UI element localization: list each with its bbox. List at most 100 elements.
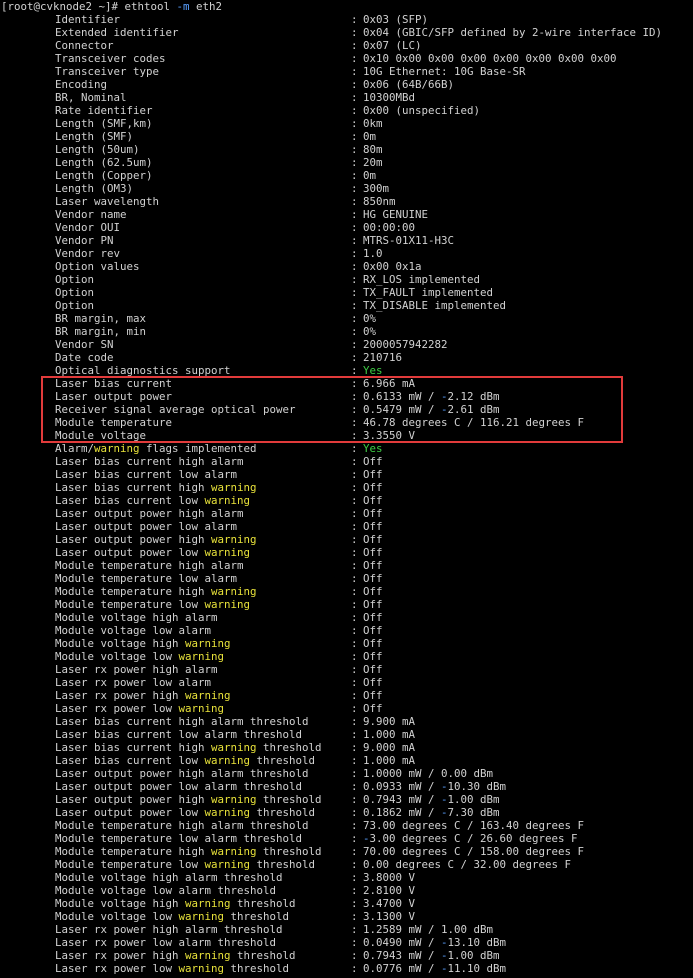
terminal-window[interactable]: [root@cvknode2 ~]# ethtool -m eth2 Ident…	[0, 0, 693, 978]
output-row: Laser wavelength:850nm	[0, 195, 693, 208]
warning-keyword: warning	[204, 858, 251, 871]
separator-colon: :	[351, 442, 358, 455]
field-name-text: Module voltage high alarm	[55, 611, 218, 624]
field-value-text: 1.000 mA	[363, 754, 416, 767]
field-value-text: Off	[363, 611, 383, 624]
field-name: Laser output power high alarm threshold	[55, 767, 309, 780]
field-value: 0.6133 mW / -2.12 dBm	[363, 390, 500, 403]
prompt-command: ethtool	[124, 0, 177, 13]
field-value-text: Off	[363, 676, 383, 689]
output-row: Laser output power high alarm threshold:…	[0, 767, 693, 780]
field-name: Vendor name	[55, 208, 127, 221]
field-name: Module temperature low warning	[55, 598, 250, 611]
field-name-text: Transceiver type	[55, 65, 160, 78]
field-name-text: threshold	[256, 845, 322, 858]
field-value: RX_LOS implemented	[363, 273, 480, 286]
field-name: Length (50um)	[55, 143, 140, 156]
field-name-text: threshold	[224, 910, 290, 923]
field-name: Laser bias current	[55, 377, 172, 390]
field-value: 46.78 degrees C / 116.21 degrees F	[363, 416, 584, 429]
separator-colon: :	[351, 455, 358, 468]
field-value-text: 0%	[363, 325, 377, 338]
separator-colon: :	[351, 949, 358, 962]
field-name-text: BR, Nominal	[55, 91, 127, 104]
field-value: 0.7943 mW / -1.00 dBm	[363, 949, 500, 962]
field-value-text: 2000057942282	[363, 338, 448, 351]
separator-colon: :	[351, 546, 358, 559]
field-value-text: Off	[363, 494, 383, 507]
field-name-text: Option values	[55, 260, 140, 273]
output-row: Laser output power low warning threshold…	[0, 806, 693, 819]
separator-colon: :	[351, 403, 358, 416]
field-value-text: Off	[363, 533, 383, 546]
field-value-text: 1.0	[363, 247, 383, 260]
field-name-text: Laser output power low alarm	[55, 520, 238, 533]
output-row: Option: TX_DISABLE implemented	[0, 299, 693, 312]
field-value-text: 210716	[363, 351, 403, 364]
separator-colon: :	[351, 923, 358, 936]
field-value: 9.900 mA	[363, 715, 415, 728]
separator-colon: :	[351, 195, 358, 208]
field-value-text: 7.30 dBm	[447, 806, 500, 819]
field-name: Laser rx power low alarm	[55, 676, 211, 689]
field-name-text: Module voltage low	[55, 650, 179, 663]
field-value-text: 3.8000 V	[363, 871, 416, 884]
field-value-text: 10.30 dBm	[447, 780, 507, 793]
separator-colon: :	[351, 806, 358, 819]
field-value-text: Off	[363, 481, 383, 494]
output-row: Laser bias current low warning threshold…	[0, 754, 693, 767]
field-value-text: 1.2589 mW / 1.00 dBm	[363, 923, 494, 936]
separator-colon: :	[351, 611, 358, 624]
field-value-text: 0x10 0x00 0x00 0x00 0x00 0x00 0x00 0x00	[363, 52, 617, 65]
field-name: Module temperature low alarm threshold	[55, 832, 302, 845]
field-name-text: Module voltage low alarm	[55, 624, 212, 637]
field-name-text: Length (Copper)	[55, 169, 153, 182]
field-value: 1.000 mA	[363, 754, 415, 767]
field-value: Off	[363, 494, 383, 507]
warning-keyword: warning	[211, 741, 257, 754]
field-name-text: Laser rx power low alarm	[55, 676, 212, 689]
field-value-text: Off	[363, 663, 383, 676]
yes-value: Yes	[363, 442, 383, 455]
output-row: Laser output power:0.6133 mW / -2.12 dBm	[0, 390, 693, 403]
field-value: Off	[363, 572, 383, 585]
field-name-text: Laser rx power low	[55, 702, 179, 715]
output-row: Module temperature high warning threshol…	[0, 845, 693, 858]
field-name-text: Module voltage high	[55, 637, 186, 650]
field-name: BR margin, max	[55, 312, 146, 325]
output-row: Module voltage low warning threshold:3.1…	[0, 910, 693, 923]
warning-keyword: warning	[185, 949, 231, 962]
field-name-text: Encoding	[55, 78, 108, 91]
output-row: Extended identifier:0x04 (GBIC/SFP defin…	[0, 26, 693, 39]
separator-colon: :	[351, 468, 358, 481]
output-row: Laser bias current high warning: Off	[0, 481, 693, 494]
field-name: Module voltage low warning	[55, 650, 224, 663]
separator-colon: :	[351, 702, 358, 715]
field-name-text: Laser output power high	[55, 533, 212, 546]
separator-colon: :	[351, 897, 358, 910]
field-name: Laser bias current low warning threshold	[55, 754, 315, 767]
field-value-text: 0.00 degrees C / 32.00 degrees F	[363, 858, 572, 871]
warning-keyword: warning	[204, 494, 251, 507]
field-name-text: Laser rx power low	[55, 962, 179, 975]
output-row: Module voltage high alarm threshold:3.80…	[0, 871, 693, 884]
separator-colon: :	[351, 962, 358, 975]
field-value-text: MTRS-01X11-H3C	[363, 234, 455, 247]
field-value: Off	[363, 702, 383, 715]
field-name: Transceiver codes	[55, 52, 166, 65]
separator-colon: :	[351, 130, 358, 143]
output-row: Laser rx power low warning threshold:0.0…	[0, 962, 693, 975]
field-value-text: Off	[363, 507, 383, 520]
field-value: 0x07 (LC)	[363, 39, 422, 52]
field-name-text: Module temperature low alarm	[55, 572, 238, 585]
separator-colon: :	[351, 390, 358, 403]
warning-keyword: warning	[185, 637, 231, 650]
separator-colon: :	[351, 650, 358, 663]
field-value: Off	[363, 598, 383, 611]
field-value-text: 3.1300 V	[363, 910, 416, 923]
field-name: Laser bias current low warning	[55, 494, 250, 507]
output-row: Laser output power low warning: Off	[0, 546, 693, 559]
field-value-text: 1.00 dBm	[447, 949, 500, 962]
field-name-text: Laser rx power high	[55, 689, 186, 702]
field-name-text: threshold	[224, 962, 290, 975]
